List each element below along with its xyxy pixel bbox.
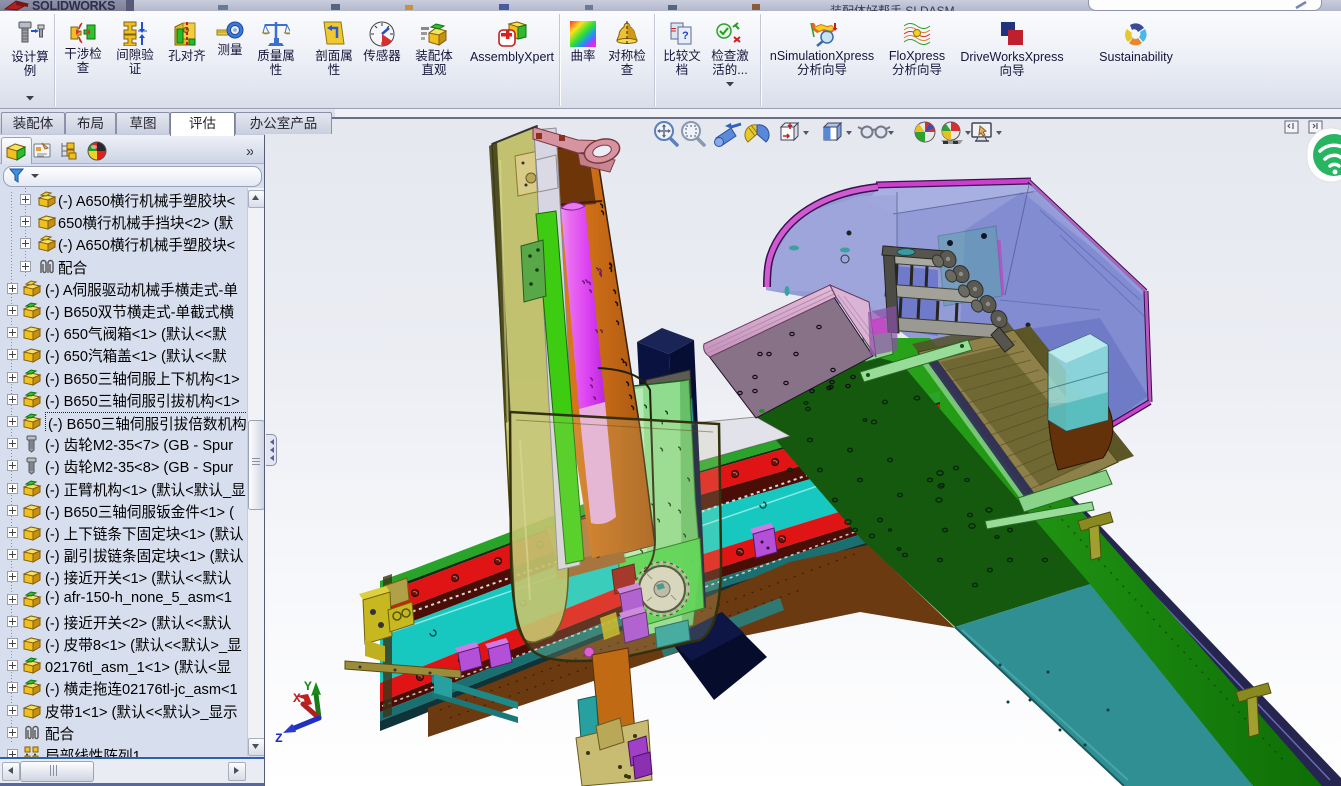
svg-text:SOLIDWORKS: SOLIDWORKS <box>32 0 115 11</box>
svg-text:X: X <box>293 691 301 706</box>
svg-text:»: » <box>246 143 253 160</box>
svg-text:Y: Y <box>304 679 312 694</box>
svg-text:?: ? <box>682 30 689 42</box>
svg-text:=: = <box>671 25 676 35</box>
svg-text:Z: Z <box>275 731 283 746</box>
